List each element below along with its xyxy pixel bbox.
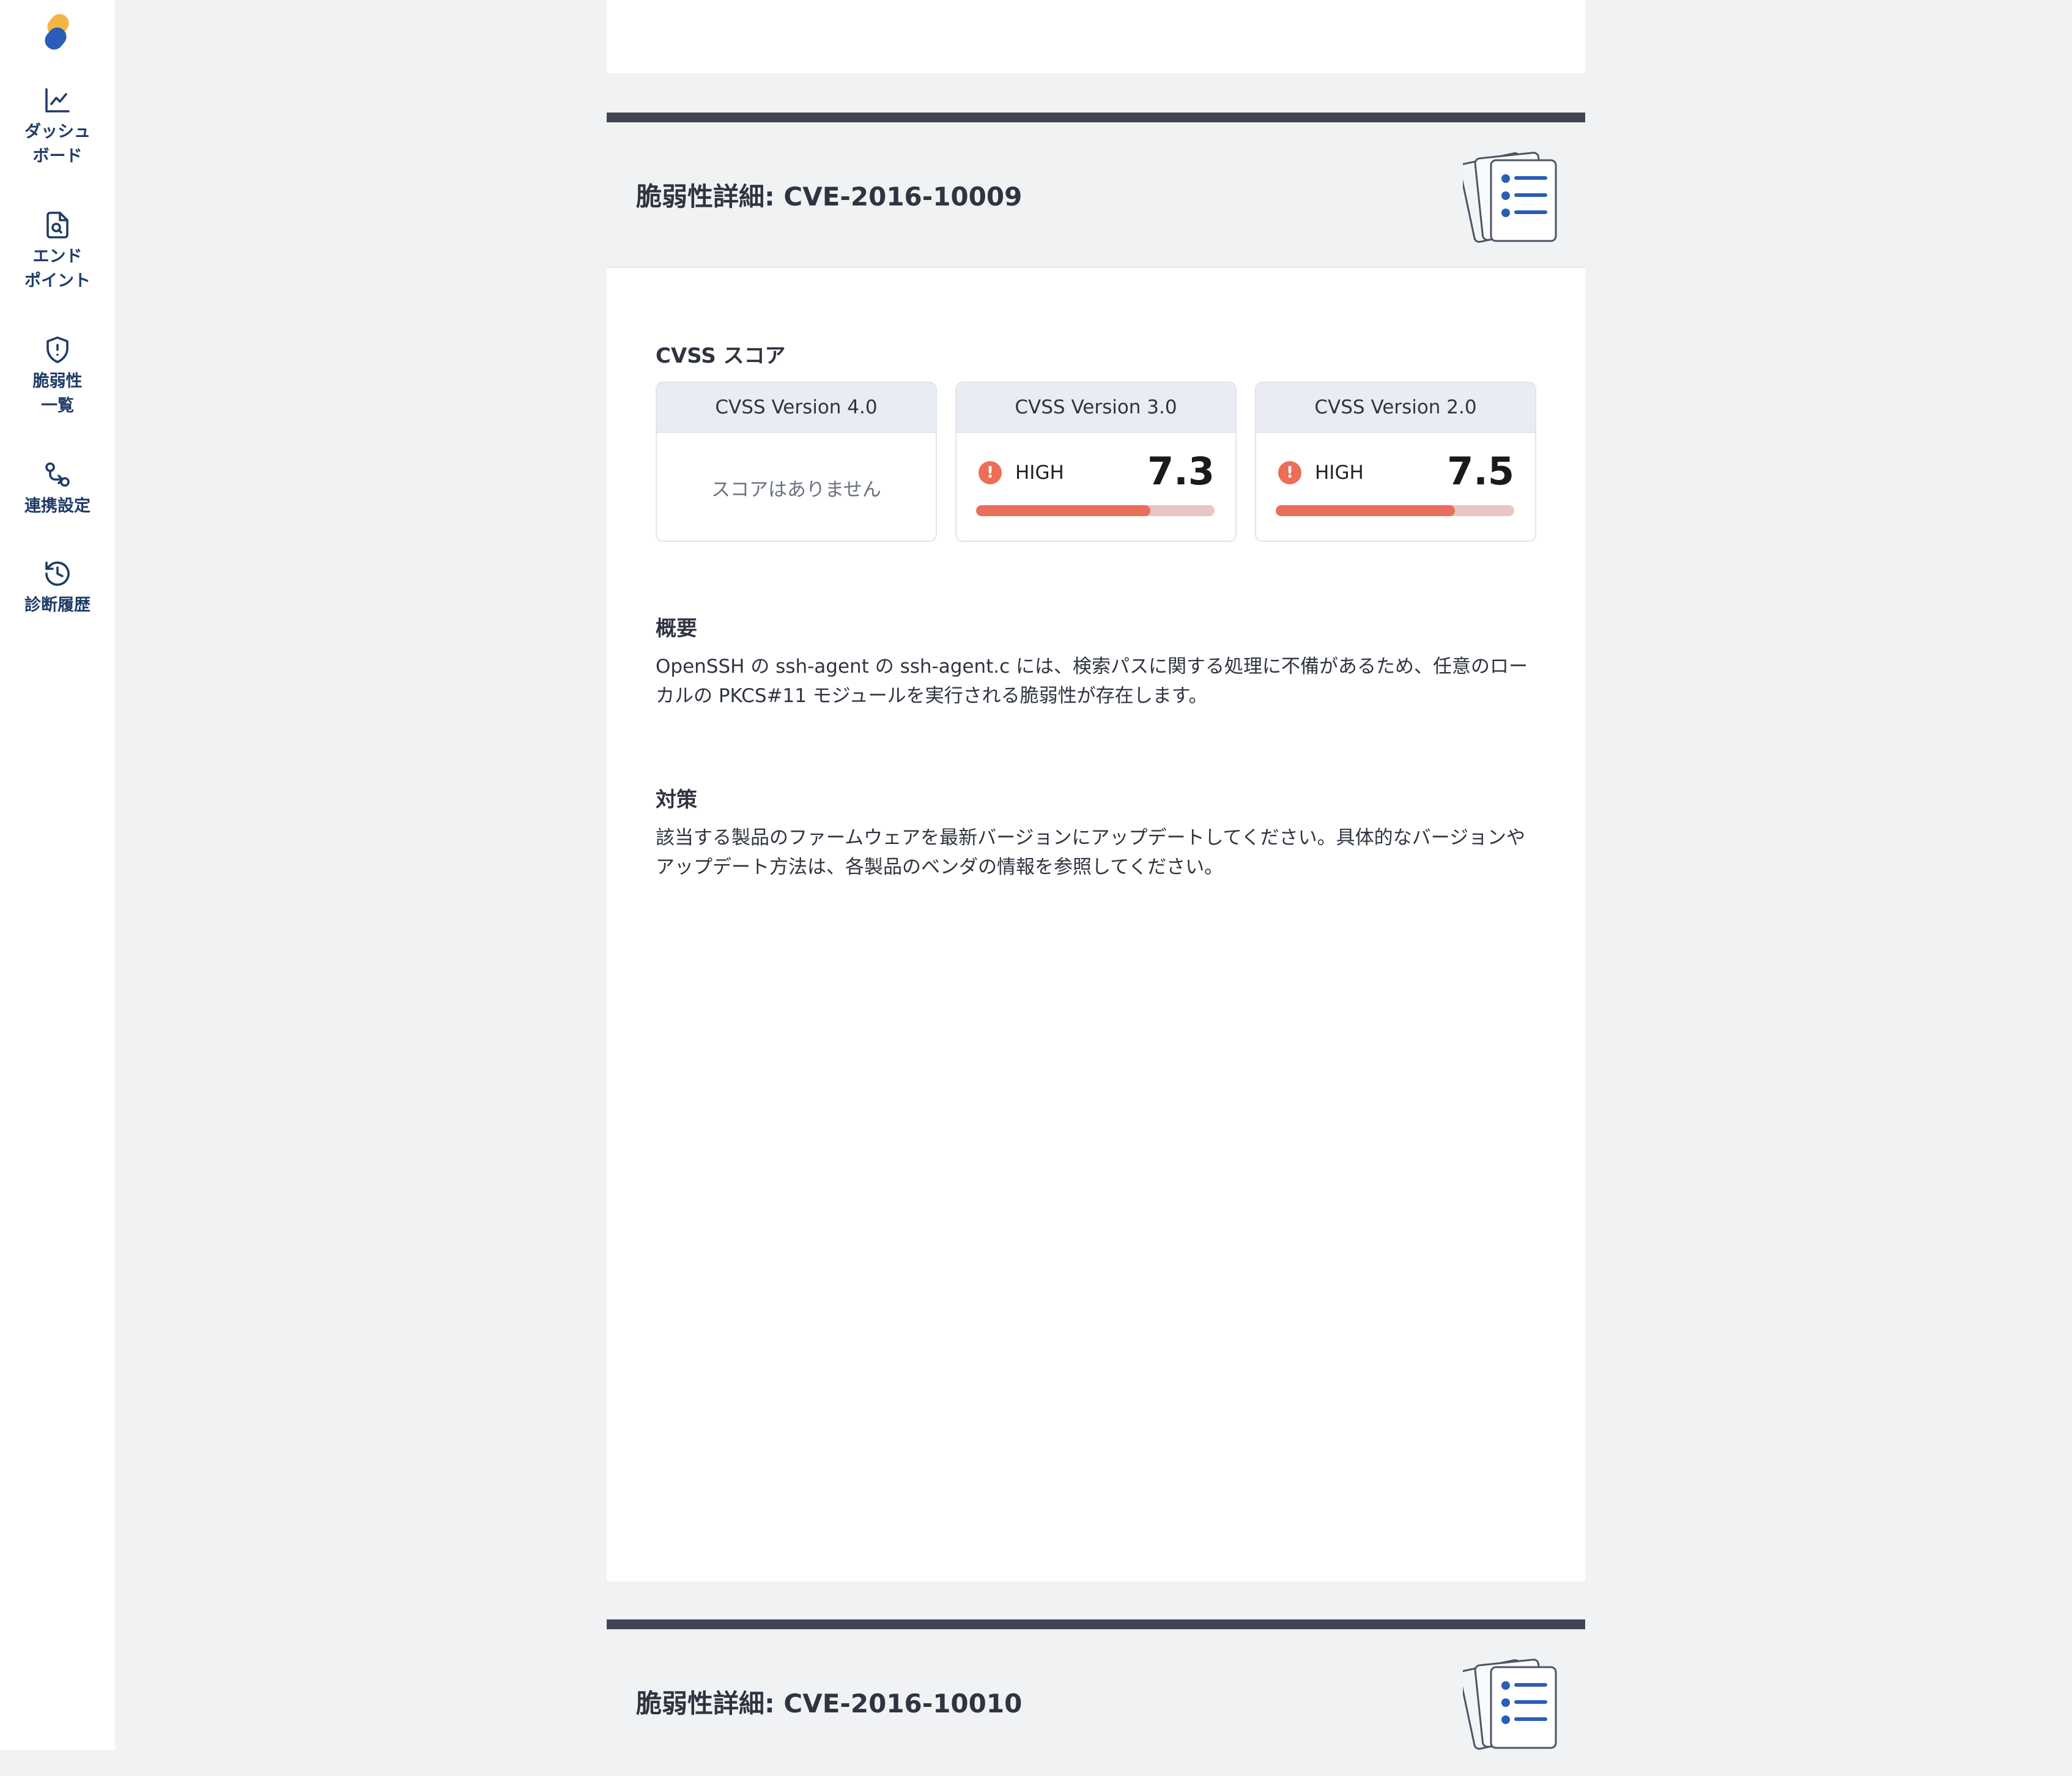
score-bar xyxy=(976,505,1215,516)
git-compare-icon xyxy=(45,462,70,487)
shield-alert-icon xyxy=(46,336,68,363)
sidebar-item-label: エンド ポイント xyxy=(24,247,91,290)
summary-text: OpenSSH の ssh-agent の ssh-agent.c には、検索パ… xyxy=(656,656,1528,707)
section-header: 脆弱性詳細: CVE-2016-10010 xyxy=(607,1629,1585,1776)
section-divider xyxy=(607,113,1585,122)
score-bar xyxy=(1276,505,1514,516)
section-title: 脆弱性詳細: CVE-2016-10010 xyxy=(636,1689,1023,1719)
sidebar-item-vulnerabilities[interactable]: 脆弱性 一覧 xyxy=(0,335,115,418)
history-icon xyxy=(45,561,70,586)
sidebar-item-dashboard[interactable]: ダッシュ ボード xyxy=(0,86,115,169)
score-bar-fill xyxy=(976,505,1150,516)
sidebar-item-label: 脆弱性 一覧 xyxy=(32,372,83,415)
severity-label: HIGH xyxy=(1015,462,1064,484)
chart-line-icon xyxy=(45,88,70,113)
severity-label: HIGH xyxy=(1315,462,1364,484)
countermeasure-text: 該当する製品のファームウェアを最新バージョンにアップデートしてください。具体的な… xyxy=(656,827,1525,878)
cvss-v4-card: CVSS Version 4.0 スコアはありません xyxy=(656,382,937,542)
score-value: 7.5 xyxy=(1447,449,1514,494)
cvss-v2-card: CVSS Version 2.0 ! HIGH 7.5 xyxy=(1255,382,1536,542)
sidebar: ダッシュ ボード エンド ポイント 脆弱性 一覧 連携設定 診断履歴 xyxy=(0,0,115,1750)
sidebar-item-history[interactable]: 診断履歴 xyxy=(0,559,115,618)
cvss-v3-card: CVSS Version 3.0 ! HIGH 7.3 xyxy=(955,382,1237,542)
sidebar-item-label: 連携設定 xyxy=(24,497,91,516)
sidebar-item-endpoints[interactable]: エンド ポイント xyxy=(0,210,115,294)
sidebar-item-integrations[interactable]: 連携設定 xyxy=(0,460,115,519)
cvss-version-label: CVSS Version 3.0 xyxy=(956,383,1235,433)
sidebar-item-label: 診断履歴 xyxy=(24,596,91,615)
file-search-icon xyxy=(46,212,68,239)
app-logo-icon[interactable] xyxy=(39,12,76,53)
section-title: 脆弱性詳細: CVE-2016-10009 xyxy=(636,182,1023,212)
section-header: 脆弱性詳細: CVE-2016-10009 xyxy=(607,122,1585,269)
alert-circle-icon: ! xyxy=(979,461,1002,484)
cvss-heading: CVSS スコア xyxy=(656,344,786,368)
summary-heading: 概要 xyxy=(656,616,697,641)
cvss-version-label: CVSS Version 4.0 xyxy=(657,383,936,433)
section-divider xyxy=(607,1619,1585,1629)
score-bar-fill xyxy=(1276,505,1455,516)
score-value: 7.3 xyxy=(1147,449,1215,494)
countermeasure-heading: 対策 xyxy=(656,788,697,812)
no-score-text: スコアはありません xyxy=(711,478,882,501)
sidebar-item-label: ダッシュ ボード xyxy=(24,122,91,166)
alert-circle-icon: ! xyxy=(1278,461,1301,484)
main-content: 脆弱性詳細: CVE-2016-10009 CVSS スコア CVSS Vers… xyxy=(607,0,1585,1750)
vulnerability-detail-card: CVSS スコア CVSS Version 4.0 スコアはありません CVSS… xyxy=(607,267,1585,1582)
previous-card-bottom xyxy=(607,0,1585,73)
document-checklist-icon xyxy=(1463,152,1557,243)
cvss-version-label: CVSS Version 2.0 xyxy=(1256,383,1535,433)
document-checklist-icon xyxy=(1463,1659,1557,1750)
